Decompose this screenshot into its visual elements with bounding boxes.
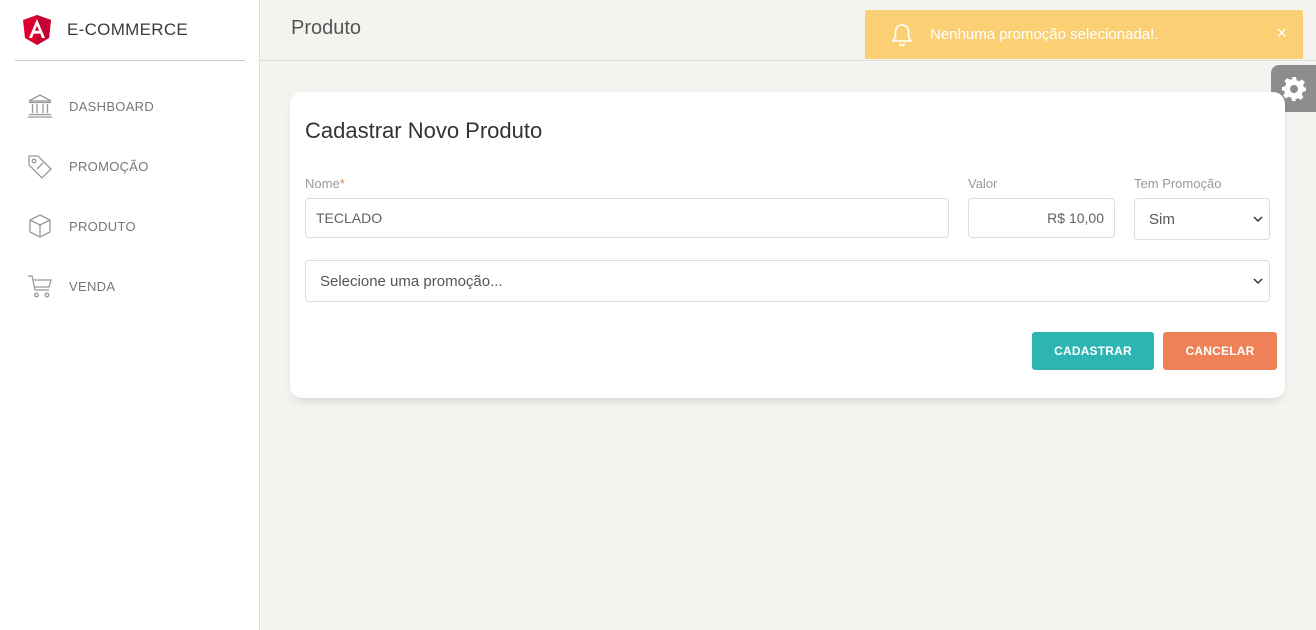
cart-icon <box>28 275 52 298</box>
brand[interactable]: E-COMMERCE <box>15 0 245 61</box>
angular-logo-icon <box>23 15 51 45</box>
chevron-down-icon <box>1253 278 1263 285</box>
nome-label-text: Nome <box>305 176 340 191</box>
close-icon[interactable]: × <box>1276 23 1287 44</box>
gear-icon <box>1281 76 1306 101</box>
sidebar-item-label: VENDA <box>69 278 116 294</box>
valor-label: Valor <box>968 176 998 191</box>
chevron-down-icon <box>1253 216 1263 223</box>
warning-toast: Nenhuma promoção selecionada!. × <box>865 10 1303 59</box>
sidebar-item-label: PRODUTO <box>69 218 136 234</box>
tem-promocao-select[interactable]: Sim <box>1134 198 1270 240</box>
sidebar-item-produto[interactable]: PRODUTO <box>26 211 136 241</box>
cadastrar-button[interactable]: CADASTRAR <box>1032 332 1154 370</box>
sidebar-item-promocao[interactable]: PROMOÇÃO <box>26 151 149 181</box>
sidebar-item-label: PROMOÇÃO <box>69 158 149 174</box>
product-form-card: Cadastrar Novo Produto Nome* TECLADO Val… <box>290 92 1285 398</box>
promocao-select[interactable]: Selecione uma promoção... <box>305 260 1270 302</box>
sidebar-item-venda[interactable]: VENDA <box>26 271 115 301</box>
valor-input-value: R$ 10,00 <box>1047 210 1104 226</box>
toast-message: Nenhuma promoção selecionada!. <box>930 26 1159 43</box>
sidebar: E-COMMERCE DASHBOARD PROMOÇÃO PRODUTO VE… <box>0 0 260 630</box>
sidebar-item-dashboard[interactable]: DASHBOARD <box>26 91 154 121</box>
bell-icon <box>891 23 913 46</box>
tag-icon <box>28 155 52 179</box>
page-title: Produto <box>291 17 362 39</box>
required-mark: * <box>339 176 345 191</box>
card-title: Cadastrar Novo Produto <box>305 118 543 143</box>
nome-label: Nome* <box>305 176 345 191</box>
tem-promocao-label: Tem Promoção <box>1134 176 1222 191</box>
promocao-select-placeholder: Selecione uma promoção... <box>320 272 503 290</box>
sidebar-item-label: DASHBOARD <box>69 98 155 114</box>
valor-input[interactable]: R$ 10,00 <box>968 198 1115 238</box>
bank-icon <box>28 94 52 118</box>
nome-input-value: TECLADO <box>316 210 383 226</box>
nome-input[interactable]: TECLADO <box>305 198 949 238</box>
cancel-button[interactable]: CANCELAR <box>1163 332 1277 370</box>
tem-promocao-value: Sim <box>1149 210 1175 228</box>
brand-name: E-COMMERCE <box>67 20 189 39</box>
box-icon <box>29 214 51 238</box>
